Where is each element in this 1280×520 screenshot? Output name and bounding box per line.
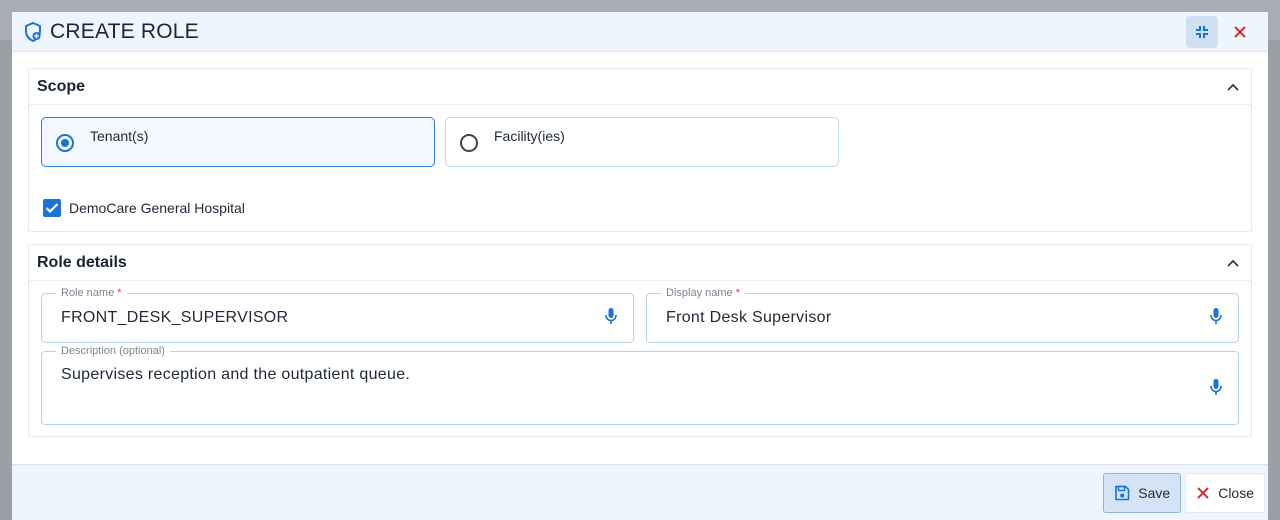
role-name-value[interactable]: FRONT_DESK_SUPERVISOR: [61, 309, 605, 327]
description-field[interactable]: Description (optional) Supervises recept…: [41, 345, 1239, 425]
role-name-label: Role name *: [56, 287, 127, 299]
scope-option-label: Tenant(s): [90, 128, 149, 144]
scope-option-tenants[interactable]: Tenant(s): [41, 117, 435, 167]
scope-panel-title: Scope: [37, 77, 86, 95]
close-button[interactable]: Close: [1185, 472, 1265, 513]
scope-radio-group: Tenant(s) Facility(ies): [41, 117, 1239, 167]
close-icon: [1234, 25, 1246, 38]
display-name-field[interactable]: Display name * Front Desk Supervisor: [646, 287, 1239, 343]
scope-option-label: Facility(ies): [494, 128, 565, 144]
chevron-up-icon[interactable]: [1227, 254, 1239, 272]
chevron-up-icon[interactable]: [1227, 78, 1239, 96]
role-details-panel-title: Role details: [37, 253, 127, 271]
display-name-label: Display name *: [661, 287, 745, 299]
dialog-header: CREATE ROLE: [12, 12, 1268, 52]
save-button-label: Save: [1138, 484, 1171, 501]
role-name-field[interactable]: Role name * FRONT_DESK_SUPERVISOR: [41, 287, 634, 343]
tenant-checkbox-row: DemoCare General Hospital: [43, 199, 1239, 217]
tenant-checkbox-label: DemoCare General Hospital: [69, 200, 245, 216]
scope-panel-header[interactable]: Scope: [29, 69, 1251, 105]
display-name-value[interactable]: Front Desk Supervisor: [666, 309, 1210, 327]
role-details-panel-header[interactable]: Role details: [29, 245, 1251, 281]
create-role-dialog: CREATE ROLE Scope Tenant(s) Facility(ies…: [12, 12, 1268, 520]
exit-fullscreen-button[interactable]: [1186, 15, 1218, 48]
radio-button-unchecked[interactable]: [460, 134, 478, 152]
dialog-body: Scope Tenant(s) Facility(ies) DemoCare G…: [12, 52, 1268, 464]
dialog-title-text: CREATE ROLE: [50, 19, 199, 43]
shield-add-icon: [24, 21, 42, 42]
exit-fullscreen-icon: [1196, 25, 1208, 38]
radio-button-checked[interactable]: [56, 134, 74, 152]
role-details-panel: Role details Role name * FRONT_DESK_SUPE…: [28, 244, 1252, 437]
dialog-footer: Save Close: [12, 464, 1268, 520]
microphone-icon[interactable]: [1210, 307, 1222, 330]
dialog-title: CREATE ROLE: [24, 20, 199, 44]
description-label: Description (optional): [56, 345, 170, 357]
checkmark-icon: [45, 203, 59, 214]
save-button[interactable]: Save: [1103, 472, 1182, 513]
tenant-checkbox[interactable]: [43, 199, 61, 217]
close-button-label: Close: [1218, 484, 1254, 501]
microphone-icon[interactable]: [1210, 378, 1222, 401]
scope-option-facilities[interactable]: Facility(ies): [445, 117, 839, 167]
description-value[interactable]: Supervises reception and the outpatient …: [61, 366, 1210, 384]
scope-panel: Scope Tenant(s) Facility(ies) DemoCare G…: [28, 68, 1252, 232]
microphone-icon[interactable]: [605, 307, 617, 330]
close-dialog-button[interactable]: [1224, 16, 1256, 48]
save-icon: [1115, 485, 1130, 500]
close-icon: [1197, 486, 1209, 499]
